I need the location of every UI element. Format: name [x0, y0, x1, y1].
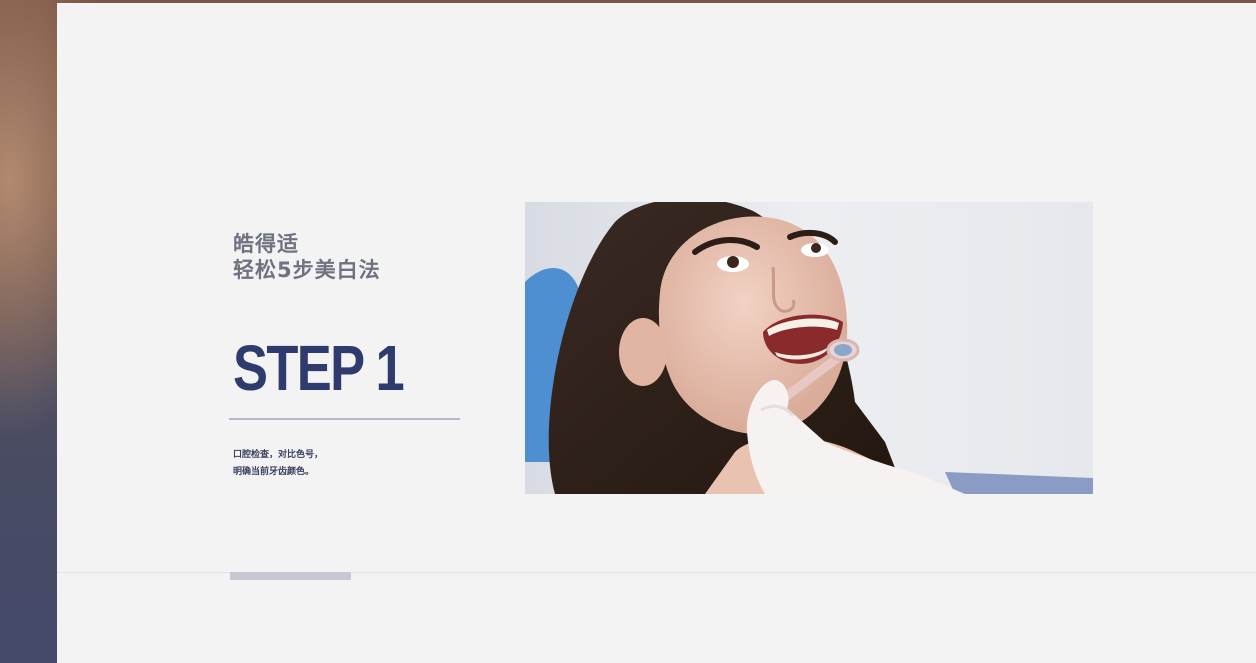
title-line-method: 轻松5步美白法: [233, 258, 381, 282]
dental-exam-photo: [525, 202, 1093, 494]
description-line-2: 明确当前牙齿颜色。: [233, 467, 315, 477]
step-description: 口腔检查，对比色号， 明确当前牙齿颜色。: [233, 447, 323, 481]
slide-title: 皓得适 轻松5步美白法: [233, 231, 381, 283]
slide-progress-indicator[interactable]: [230, 572, 351, 580]
title-line-brand: 皓得适: [233, 232, 299, 256]
step-heading: STEP 1: [233, 332, 405, 404]
description-line-1: 口腔检查，对比色号，: [233, 450, 324, 460]
carousel-slide: 皓得适 轻松5步美白法 STEP 1 口腔检查，对比色号， 明确当前牙齿颜色。: [57, 3, 1256, 663]
divider: [229, 418, 460, 420]
